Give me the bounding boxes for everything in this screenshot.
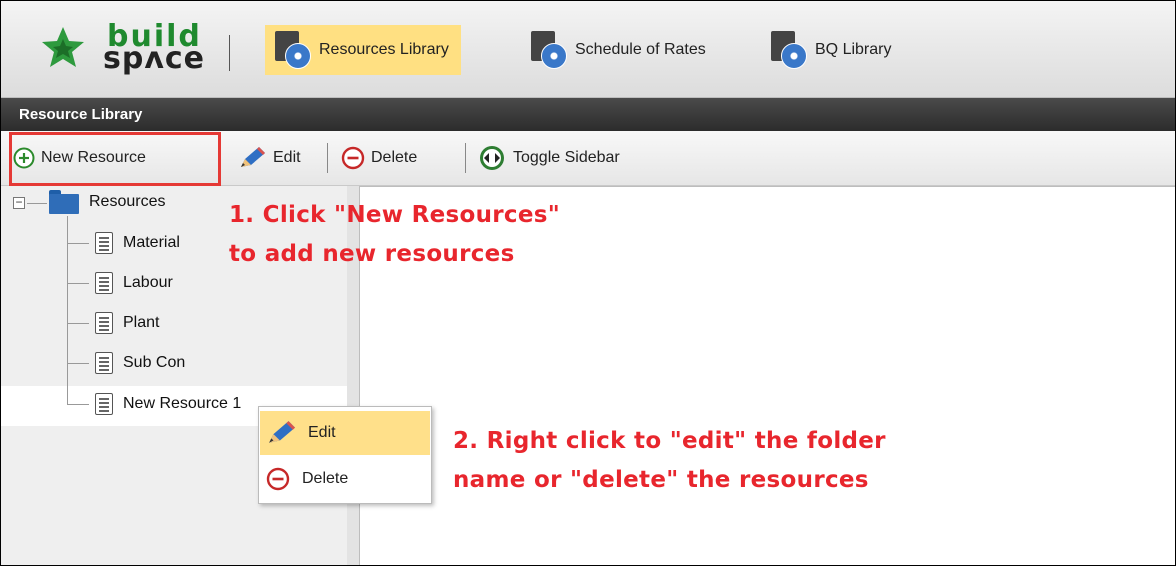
tree-node-resources[interactable]: Resources	[49, 187, 165, 217]
tree-node-label: Sub Con	[123, 354, 186, 371]
top-header: build spʌce Resources Library Schedule o…	[1, 1, 1175, 98]
logo-word-space: spʌce	[103, 41, 206, 76]
tree-node-material[interactable]: Material	[95, 228, 180, 258]
tree-node-label: New Resource 1	[123, 395, 242, 412]
annotation-step2-line2: name or "delete" the resources	[453, 467, 869, 493]
pencil-icon	[269, 421, 295, 443]
library-disc-icon	[275, 31, 311, 69]
tree-connector	[67, 323, 89, 324]
document-icon	[95, 312, 113, 334]
toolbar-divider	[465, 143, 466, 173]
panel-title: Resource Library	[1, 98, 1175, 131]
context-delete-item[interactable]: Delete	[260, 457, 430, 501]
tree-node-label: Plant	[123, 314, 160, 331]
context-delete-label: Delete	[302, 470, 349, 487]
library-disc-icon	[771, 31, 807, 69]
tree-connector	[67, 216, 68, 404]
nav-schedule-of-rates[interactable]: Schedule of Rates	[521, 25, 718, 75]
minus-circle-icon	[341, 146, 365, 170]
nav-label: Schedule of Rates	[575, 41, 706, 58]
tree-connector	[67, 243, 89, 244]
tree-connector	[67, 404, 89, 405]
context-edit-item[interactable]: Edit	[260, 411, 430, 455]
tree-node-sub-con[interactable]: Sub Con	[95, 348, 185, 378]
logo-divider	[229, 35, 230, 71]
delete-label: Delete	[371, 149, 418, 166]
tree-node-label: Resources	[89, 193, 166, 210]
annotation-step1-line1: 1. Click "New Resources"	[229, 202, 561, 228]
toggle-sidebar-button[interactable]: Toggle Sidebar	[479, 141, 620, 175]
context-edit-label: Edit	[308, 424, 336, 441]
tree-connector	[67, 283, 89, 284]
new-resource-highlight	[9, 132, 221, 186]
toggle-sidebar-icon	[480, 146, 504, 170]
annotation-step2-line1: 2. Right click to "edit" the folder	[453, 428, 886, 454]
document-icon	[95, 352, 113, 374]
folder-icon	[49, 190, 79, 214]
tree-node-labour[interactable]: Labour	[95, 268, 173, 298]
nav-resources-library[interactable]: Resources Library	[265, 25, 461, 75]
nav-bq-library[interactable]: BQ Library	[761, 25, 903, 75]
toggle-sidebar-label: Toggle Sidebar	[513, 149, 620, 166]
minus-circle-icon	[266, 467, 290, 491]
document-icon	[95, 272, 113, 294]
nav-label: BQ Library	[815, 41, 892, 58]
tree-node-label: Material	[123, 234, 180, 251]
toolbar-divider	[327, 143, 328, 173]
tree-node-label: Labour	[123, 274, 173, 291]
logo-star-icon	[42, 27, 84, 67]
app-window: build spʌce Resources Library Schedule o…	[0, 0, 1176, 566]
edit-button[interactable]: Edit	[237, 141, 301, 175]
document-icon	[95, 232, 113, 254]
edit-label: Edit	[273, 149, 301, 166]
tree-connector	[67, 363, 89, 364]
buildspace-logo: build spʌce	[41, 19, 211, 77]
document-icon	[95, 393, 113, 415]
context-menu: Edit Delete	[258, 406, 432, 504]
nav-label: Resources Library	[319, 41, 449, 58]
pencil-icon	[241, 147, 265, 167]
delete-button[interactable]: Delete	[341, 141, 417, 175]
collapse-toggle[interactable]: −	[13, 196, 25, 209]
tree-connector	[27, 203, 47, 204]
tree-node-plant[interactable]: Plant	[95, 308, 159, 338]
library-disc-icon	[531, 31, 567, 69]
tree-node-new-resource-1[interactable]: New Resource 1	[95, 389, 241, 419]
annotation-step1-line2: to add new resources	[229, 241, 515, 267]
